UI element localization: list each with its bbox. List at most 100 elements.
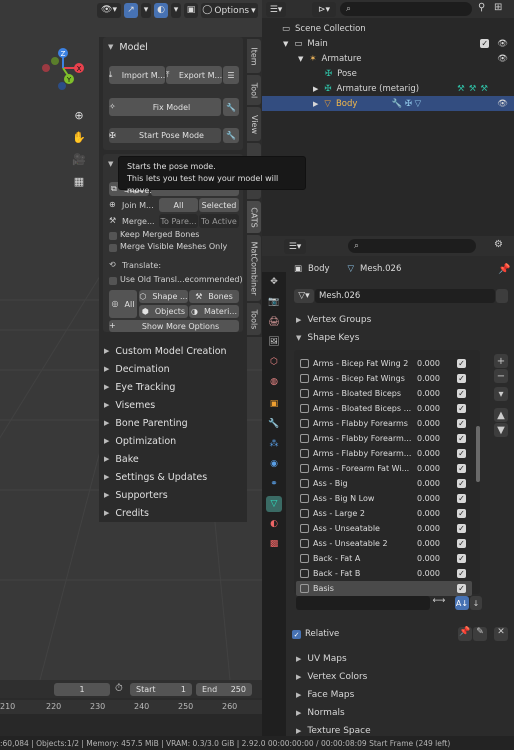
shape-key-value[interactable]: 0.000 [417,374,457,383]
shape-key-mute-checkbox[interactable]: ✓ [457,554,466,563]
panel-visemes[interactable]: ▶ Visemes [99,396,247,414]
shape-key-row[interactable]: Ass - Big N Low 0.000 ✓ [296,491,472,506]
xray-icon[interactable]: ▣ [184,2,198,18]
shape-key-mute-checkbox[interactable]: ✓ [457,419,466,428]
current-frame-field[interactable]: 1 [54,683,110,696]
merge-visible-checkbox[interactable] [109,244,117,252]
use-old-translation-checkbox[interactable] [109,277,117,285]
mesh-data-tab-icon[interactable]: ▽ [266,496,282,512]
fake-user-icon[interactable] [496,289,508,303]
panel-bake[interactable]: ▶ Bake [99,450,247,468]
particles-tab-icon[interactable]: ⁂ [266,436,282,452]
tab-matcombiner[interactable]: MatCombiner [247,235,261,301]
invert-filter-icon[interactable]: ⟷ [432,596,446,610]
shape-key-row[interactable]: Arms - Flabby Forearm... 0.000 ✓ [296,446,472,461]
shape-key-mute-checkbox[interactable]: ✓ [457,374,466,383]
shape-key-value[interactable]: 0.000 [417,359,457,368]
shape-key-row[interactable]: Arms - Forearm Fat Wi... 0.000 ✓ [296,461,472,476]
include-checkbox[interactable]: ✓ [480,39,490,48]
material-tab-icon[interactable]: ◐ [266,516,282,532]
model-menu-icon[interactable]: ☰ [223,66,239,84]
pose-wrench-icon[interactable]: 🔧 [223,128,239,143]
section-normals[interactable]: ▶ Normals [286,704,514,722]
view-layer-tab-icon[interactable]: 🖼 [266,334,282,350]
keep-merged-bones-checkbox[interactable] [109,232,117,240]
filter-icon[interactable]: ⚲ [478,2,485,13]
perspective-grid-icon[interactable]: ▦ [70,172,88,190]
edit-mode-shape-icon[interactable]: ✎ [473,627,487,641]
navigation-gizmo[interactable]: X Z Y [38,44,88,94]
new-collection-icon[interactable]: ⊞ [494,2,502,13]
eye-icon[interactable]: 👁 [497,54,508,64]
texture-tab-icon[interactable]: ▩ [266,536,282,552]
tab-cats[interactable]: CATS [247,201,261,233]
shape-key-mute-checkbox[interactable]: ✓ [457,434,466,443]
tab-item[interactable]: Item [247,39,261,73]
translate-bones-button[interactable]: ⚒ Bones [189,290,239,303]
export-model-button[interactable]: ⤒ Export M... [166,66,222,84]
clear-shape-icon[interactable]: ✕ [494,627,508,641]
show-more-options-button[interactable]: + Show More Options [109,320,239,332]
camera-icon[interactable]: 🎥 [70,150,88,168]
panel-settings-updates[interactable]: ▶ Settings & Updates [99,468,247,486]
join-all-button[interactable]: All [159,198,198,212]
outliner-row-main[interactable]: ▼ ▭ Main ✓ 👁 [262,36,514,51]
panel-bone-parenting[interactable]: ▶ Bone Parenting [99,414,247,432]
shape-key-row[interactable]: Arms - Bicep Fat Wing 2 0.000 ✓ [296,356,472,371]
panel-credits[interactable]: ▶ Credits [99,504,247,522]
shape-key-row[interactable]: Back - Fat A 0.000 ✓ [296,551,472,566]
shape-key-value[interactable]: 0.000 [417,554,457,563]
modifier-tab-icon[interactable]: 🔧 [266,416,282,432]
properties-search-input[interactable]: ⌕ [348,239,476,253]
shape-key-value[interactable]: 0.000 [417,434,457,443]
shape-key-row[interactable]: Arms - Bicep Fat Wings 0.000 ✓ [296,371,472,386]
wrench-icon[interactable]: 🔧 [223,98,239,116]
outliner-row-scene-collection[interactable]: ▭ Scene Collection [262,21,514,36]
tab-tool[interactable]: Tool [247,75,261,105]
shape-key-value[interactable]: 0.000 [417,494,457,503]
shape-key-row[interactable]: Ass - Large 2 0.000 ✓ [296,506,472,521]
shape-key-mute-checkbox[interactable]: ✓ [457,479,466,488]
start-frame-field[interactable]: Start 1 [130,683,192,696]
shape-key-mute-checkbox[interactable]: ✓ [457,524,466,533]
tool-tab-icon[interactable]: ✥ [266,274,282,290]
section-vertex-colors[interactable]: ▶ Vertex Colors [286,668,514,686]
shape-key-value[interactable]: 0.000 [417,479,457,488]
shape-key-mute-checkbox[interactable]: ✓ [457,404,466,413]
options-icon[interactable]: ⚙ [494,239,503,250]
timeline-ruler[interactable]: 210 220 230 240 250 260 [0,700,262,714]
move-down-button[interactable]: ▼ [494,423,508,437]
shape-key-mute-checkbox[interactable]: ✓ [457,449,466,458]
shape-key-row[interactable]: Back - Fat B 0.000 ✓ [296,566,472,581]
shape-key-mute-checkbox[interactable]: ✓ [457,584,466,593]
import-model-button[interactable]: ⤓ Import M... [109,66,165,84]
shape-key-value[interactable]: 0.000 [417,389,457,398]
shape-key-mute-checkbox[interactable]: ✓ [457,509,466,518]
options-dropdown[interactable]: Options ▾ [212,3,258,18]
shape-key-row[interactable]: Ass - Unseatable 2 0.000 ✓ [296,536,472,551]
panel-supporters[interactable]: ▶ Supporters [99,486,247,504]
shape-key-mute-checkbox[interactable]: ✓ [457,494,466,503]
filter-dropdown[interactable]: ⊳▾ [312,2,336,17]
physics-tab-icon[interactable]: ◉ [266,456,282,472]
wireframe-shading-icon[interactable]: ◯ [202,5,212,15]
outliner-search-input[interactable]: ⌕ [340,2,472,16]
translate-objects-button[interactable]: ⬢ Objects [139,305,188,318]
output-tab-icon[interactable]: 🖨 [266,314,282,330]
gizmo-dropdown[interactable]: ▾ [141,2,151,18]
overlay-toggle-icon[interactable]: ◐ [154,2,168,18]
panel-optimization[interactable]: ▶ Optimization [99,432,247,450]
sort-reverse-icon[interactable]: ↓ [470,596,482,610]
render-tab-icon[interactable]: 📷 [266,294,282,310]
outliner-row-pose[interactable]: ✠ Pose [262,66,514,81]
shape-key-value[interactable]: 0.000 [417,404,457,413]
shape-key-mute-checkbox[interactable]: ✓ [457,539,466,548]
shape-key-mute-checkbox[interactable]: ✓ [457,569,466,578]
shape-key-filter-input[interactable] [296,596,430,610]
shape-key-row[interactable]: Arms - Flabby Forearm... 0.000 ✓ [296,431,472,446]
pin-icon[interactable]: 📌 [498,264,510,275]
editor-type-dropdown[interactable]: ☰▾ [284,239,306,254]
scene-tab-icon[interactable]: ⬡ [266,354,282,370]
visibility-icon[interactable]: 👁▾ [97,2,121,18]
mesh-browse-icon[interactable]: ▽▾ [294,289,314,303]
